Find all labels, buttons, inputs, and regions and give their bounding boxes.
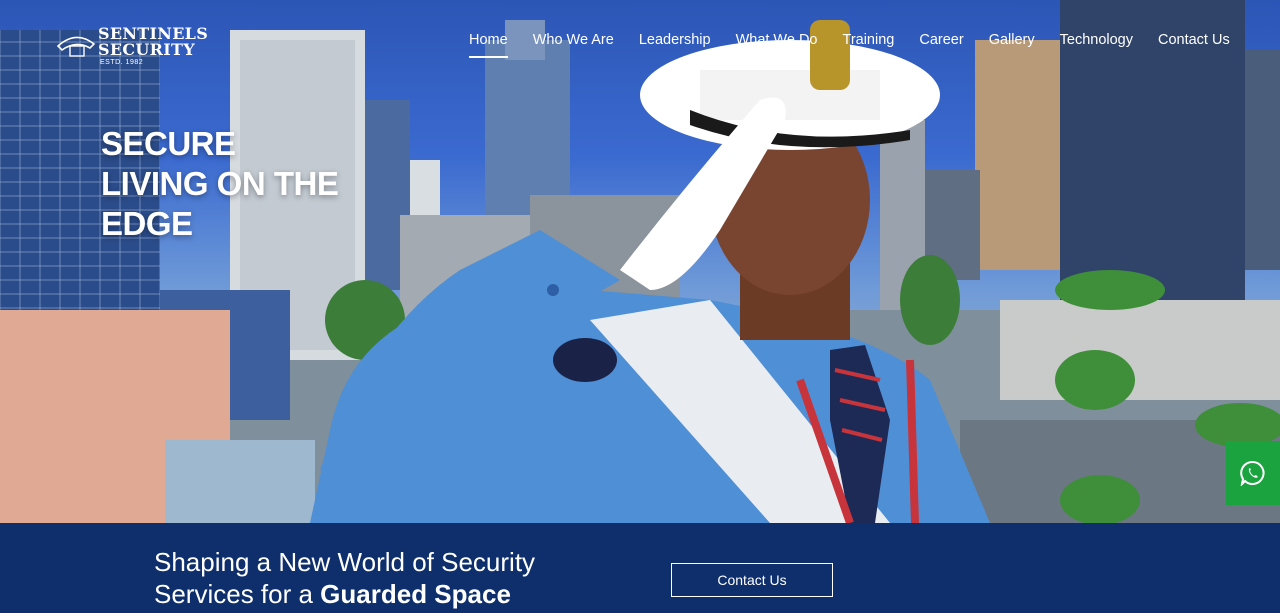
- nav-who-we-are[interactable]: Who We Are: [533, 32, 614, 54]
- main-navigation: Home Who We Are Leadership What We Do Tr…: [469, 32, 1255, 58]
- nav-technology[interactable]: Technology: [1060, 32, 1133, 54]
- whatsapp-button[interactable]: [1226, 441, 1280, 505]
- saluting-guard-image: [310, 20, 990, 523]
- nav-contact-us[interactable]: Contact Us: [1158, 32, 1230, 54]
- nav-career[interactable]: Career: [919, 32, 963, 54]
- brand-estd: ESTD. 1982: [100, 59, 144, 66]
- contact-us-button[interactable]: Contact Us: [671, 563, 833, 597]
- brand-name: SENTINELS SECURITY: [98, 24, 209, 59]
- nav-gallery[interactable]: Gallery: [989, 32, 1035, 54]
- hero-banner: SENTINELS SECURITY ESTD. 1982 Home Who W…: [0, 0, 1280, 523]
- tagline-emphasis: Guarded Space: [320, 579, 511, 609]
- tagline: Shaping a New World of Security Services…: [154, 547, 536, 609]
- hero-headline: SECURE LIVING ON THE EDGE: [101, 125, 339, 242]
- nav-leadership[interactable]: Leadership: [639, 32, 711, 54]
- nav-home[interactable]: Home: [469, 32, 508, 58]
- nav-training[interactable]: Training: [843, 32, 895, 54]
- sentinels-security-logo[interactable]: SENTINELS SECURITY ESTD. 1982: [56, 24, 216, 70]
- guard-cap-logo-icon: [56, 36, 96, 57]
- tagline-band: Shaping a New World of Security Services…: [0, 523, 1280, 613]
- nav-what-we-do[interactable]: What We Do: [736, 32, 818, 54]
- whatsapp-icon: [1240, 460, 1265, 486]
